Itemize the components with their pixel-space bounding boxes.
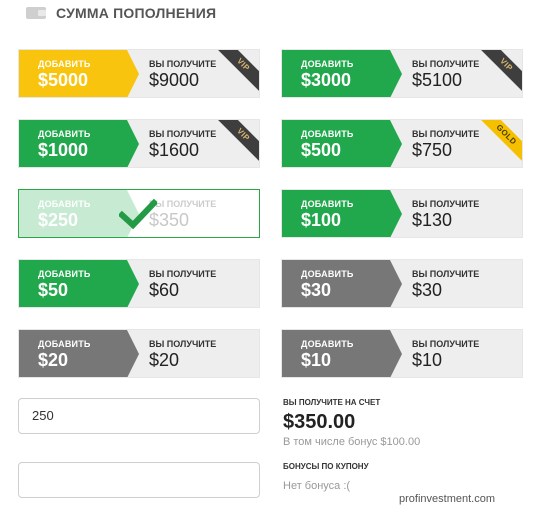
- receive-label: ВЫ ПОЛУЧИТЕ: [412, 129, 480, 139]
- total-amount: $350.00: [283, 411, 356, 433]
- add-label: ДОБАВИТЬ: [301, 59, 354, 69]
- deposit-option-20[interactable]: ДОБАВИТЬ $20 ВЫ ПОЛУЧИТЕ $20: [18, 329, 260, 378]
- vip-badge: VIP: [479, 50, 522, 92]
- add-label: ДОБАВИТЬ: [38, 269, 91, 279]
- add-amount: $30: [301, 280, 332, 300]
- add-amount: $100: [301, 210, 342, 230]
- add-amount: $250: [38, 210, 79, 230]
- receive-label: ВЫ ПОЛУЧИТЕ: [149, 129, 217, 139]
- add-amount: $50: [38, 280, 69, 300]
- coupon-status: Нет бонуса :(: [283, 480, 351, 492]
- add-amount: $10: [301, 350, 332, 370]
- receive-amount: $750: [412, 140, 453, 160]
- deposit-option-100[interactable]: ДОБАВИТЬ $100 ВЫ ПОЛУЧИТЕ $130: [281, 189, 523, 238]
- receive-amount: $30: [412, 280, 443, 300]
- add-label: ДОБАВИТЬ: [301, 269, 354, 279]
- section-header: СУММА ПОПОЛНЕНИЯ: [26, 3, 216, 23]
- add-amount: $500: [301, 140, 342, 160]
- bonus-note: В том числе бонус $100.00: [283, 436, 421, 448]
- add-label: ДОБАВИТЬ: [301, 129, 354, 139]
- deposit-option-5000[interactable]: ДОБАВИТЬ $5000 ВЫ ПОЛУЧИТЕ $9000 VIP: [18, 49, 260, 98]
- coupon-bonus-label: БОНУСЫ ПО КУПОНУ: [283, 462, 369, 471]
- receive-amount: $10: [412, 350, 443, 370]
- deposit-option-3000[interactable]: ДОБАВИТЬ $3000 ВЫ ПОЛУЧИТЕ $5100 VIP: [281, 49, 523, 98]
- receive-amount: $60: [149, 280, 180, 300]
- coupon-input[interactable]: [18, 462, 260, 498]
- add-label: ДОБАВИТЬ: [38, 129, 91, 139]
- section-title: СУММА ПОПОЛНЕНИЯ: [56, 5, 217, 21]
- add-label: ДОБАВИТЬ: [38, 339, 91, 349]
- checkmark-icon: [119, 198, 157, 230]
- deposit-option-1000[interactable]: ДОБАВИТЬ $1000 ВЫ ПОЛУЧИТЕ $1600 VIP: [18, 119, 260, 168]
- receive-label: ВЫ ПОЛУЧИТЕ: [412, 199, 480, 209]
- receive-amount: $5100: [412, 70, 463, 90]
- add-amount: $20: [38, 350, 69, 370]
- receive-label: ВЫ ПОЛУЧИТЕ: [149, 339, 217, 349]
- add-label: ДОБАВИТЬ: [38, 199, 91, 209]
- receive-label: ВЫ ПОЛУЧИТЕ: [412, 59, 480, 69]
- receive-on-account-label: ВЫ ПОЛУЧИТЕ НА СЧЕТ: [283, 398, 381, 407]
- add-label: ДОБАВИТЬ: [38, 59, 91, 69]
- vip-badge: VIP: [216, 120, 259, 162]
- add-amount: $5000: [38, 70, 89, 90]
- watermark: profinvestment.com: [399, 493, 495, 505]
- receive-amount: $9000: [149, 70, 200, 90]
- add-label: ДОБАВИТЬ: [301, 199, 354, 209]
- receive-amount: $130: [412, 210, 453, 230]
- wallet-icon: [26, 6, 46, 20]
- add-amount: $1000: [38, 140, 89, 160]
- vip-badge: VIP: [216, 50, 259, 92]
- receive-amount: $20: [149, 350, 180, 370]
- receive-label: ВЫ ПОЛУЧИТЕ: [412, 339, 480, 349]
- deposit-option-50[interactable]: ДОБАВИТЬ $50 ВЫ ПОЛУЧИТЕ $60: [18, 259, 260, 308]
- receive-amount: $1600: [149, 140, 200, 160]
- add-label: ДОБАВИТЬ: [301, 339, 354, 349]
- amount-input[interactable]: 250: [18, 398, 260, 434]
- receive-label: ВЫ ПОЛУЧИТЕ: [149, 199, 217, 209]
- add-amount: $3000: [301, 70, 352, 90]
- receive-label: ВЫ ПОЛУЧИТЕ: [149, 269, 217, 279]
- deposit-option-500[interactable]: ДОБАВИТЬ $500 ВЫ ПОЛУЧИТЕ $750 GOLD: [281, 119, 523, 168]
- gold-badge: GOLD: [479, 120, 522, 162]
- deposit-option-30[interactable]: ДОБАВИТЬ $30 ВЫ ПОЛУЧИТЕ $30: [281, 259, 523, 308]
- deposit-option-250[interactable]: ДОБАВИТЬ $250 ВЫ ПОЛУЧИТЕ $350: [18, 189, 260, 238]
- receive-label: ВЫ ПОЛУЧИТЕ: [149, 59, 217, 69]
- deposit-option-10[interactable]: ДОБАВИТЬ $10 ВЫ ПОЛУЧИТЕ $10: [281, 329, 523, 378]
- receive-label: ВЫ ПОЛУЧИТЕ: [412, 269, 480, 279]
